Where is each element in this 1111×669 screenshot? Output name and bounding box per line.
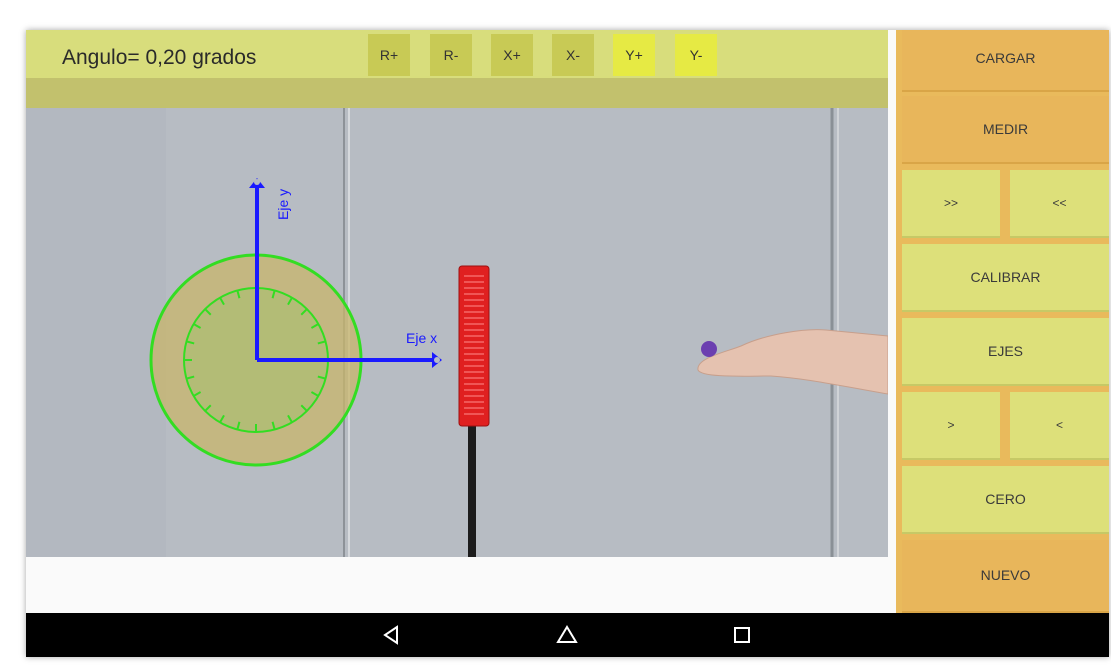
medir-button[interactable]: MEDIR bbox=[902, 96, 1109, 164]
step-back-button[interactable]: < bbox=[1010, 392, 1109, 460]
purple-ball bbox=[701, 341, 717, 357]
ruler-pole bbox=[468, 426, 476, 557]
right-control-panel: CARGAR MEDIR >> << CALIBRAR EJES > < CER… bbox=[896, 30, 1109, 613]
cero-button[interactable]: CERO bbox=[902, 466, 1109, 534]
x-axis-arrow-dot bbox=[434, 357, 440, 363]
app-window: Angulo= 0,20 grados R+ R- X+ X- Y+ Y- Ej… bbox=[26, 30, 1109, 657]
rotate-plus-button[interactable]: R+ bbox=[368, 34, 410, 76]
y-plus-button[interactable]: Y+ bbox=[613, 34, 655, 76]
toolbar-shadow-strip bbox=[26, 78, 888, 108]
recents-icon[interactable] bbox=[730, 623, 754, 647]
android-nav-bar bbox=[26, 613, 1109, 657]
top-toolbar: Angulo= 0,20 grados R+ R- X+ X- Y+ Y- bbox=[26, 30, 888, 78]
video-overlay: Eje y Eje x bbox=[26, 108, 888, 557]
fast-back-button[interactable]: << bbox=[1010, 170, 1109, 238]
step-forward-button[interactable]: > bbox=[902, 392, 1000, 460]
x-plus-button[interactable]: X+ bbox=[491, 34, 533, 76]
back-icon[interactable] bbox=[379, 623, 403, 647]
x-minus-button[interactable]: X- bbox=[552, 34, 594, 76]
below-video-area bbox=[26, 557, 896, 613]
y-axis-arrow-dot bbox=[254, 179, 260, 185]
nuevo-button[interactable]: NUEVO bbox=[902, 540, 1109, 613]
rotate-minus-button[interactable]: R- bbox=[430, 34, 472, 76]
y-minus-button[interactable]: Y- bbox=[675, 34, 717, 76]
ejes-button[interactable]: EJES bbox=[902, 318, 1109, 386]
wall-shade-left bbox=[26, 108, 166, 557]
cargar-button[interactable]: CARGAR bbox=[902, 30, 1109, 92]
calibrar-button[interactable]: CALIBRAR bbox=[902, 244, 1109, 312]
video-frame[interactable]: Eje y Eje x bbox=[26, 108, 888, 557]
axis-x-label: Eje x bbox=[406, 330, 437, 346]
angle-readout: Angulo= 0,20 grados bbox=[62, 46, 257, 69]
fast-forward-button[interactable]: >> bbox=[902, 170, 1000, 238]
axis-y-label: Eje y bbox=[275, 189, 291, 220]
home-icon[interactable] bbox=[555, 623, 579, 647]
